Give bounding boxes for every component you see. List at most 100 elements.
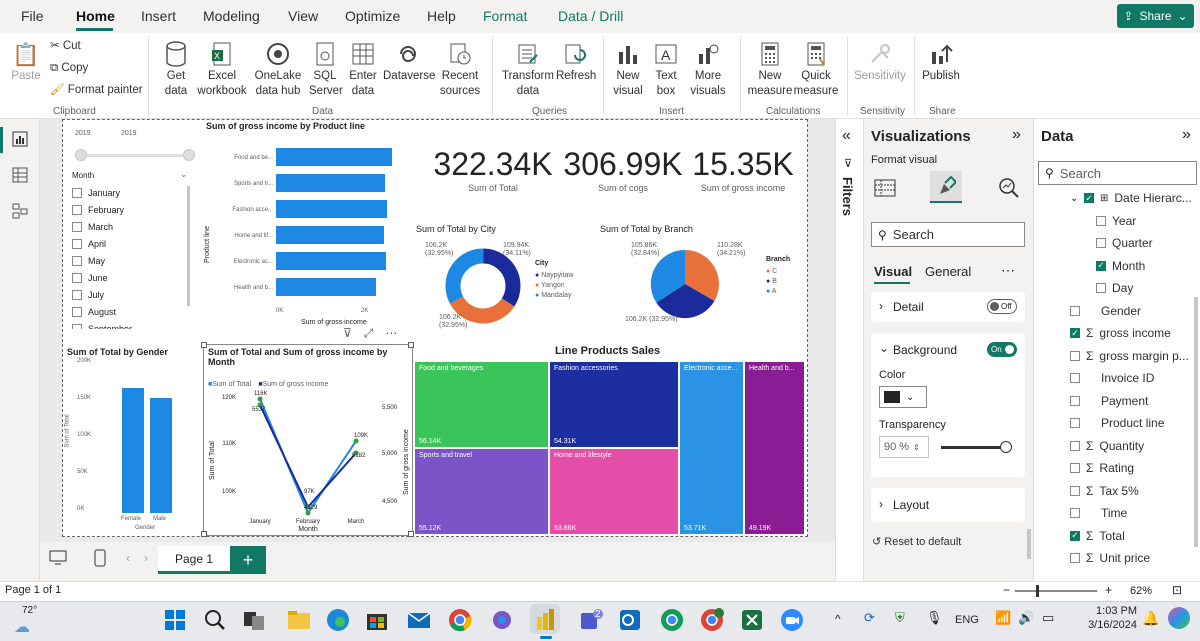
- zoom-app-icon[interactable]: [779, 607, 805, 633]
- copilot-icon[interactable]: [489, 607, 515, 633]
- field-item[interactable]: Invoice ID: [1034, 367, 1194, 390]
- month-option[interactable]: April: [72, 235, 187, 252]
- treemap-tile[interactable]: Electronic acce... 53.71K: [680, 362, 743, 534]
- city-donut-chart[interactable]: 109.94K (34.11%) 106.2K (32.95%) 106.2K …: [413, 238, 593, 338]
- slicer-to[interactable]: 2019: [121, 130, 137, 137]
- chevron-double-left-icon[interactable]: «: [842, 127, 851, 145]
- excel-app-icon[interactable]: [739, 607, 765, 633]
- product-line-bar[interactable]: [276, 252, 386, 270]
- menu-insert[interactable]: Insert: [141, 8, 176, 24]
- slicer-handle-left[interactable]: [75, 149, 87, 161]
- checkbox[interactable]: ✓: [1070, 328, 1080, 339]
- viz-search-input[interactable]: ⚲ Search: [871, 222, 1025, 247]
- month-option[interactable]: May: [72, 252, 187, 269]
- line-products-treemap[interactable]: Food and beverages 56.14K Fashion accessor…: [415, 362, 804, 534]
- menu-format[interactable]: Format: [483, 8, 527, 24]
- product-line-chart[interactable]: Food and be... Sports and tr... Fashion ac…: [201, 138, 401, 328]
- menu-help[interactable]: Help: [427, 8, 456, 24]
- mail-icon[interactable]: [406, 607, 432, 633]
- microphone-icon[interactable]: 🎙: [926, 610, 943, 626]
- battery-icon[interactable]: ▭: [1042, 610, 1054, 626]
- speaker-icon[interactable]: 🔊: [1018, 610, 1034, 626]
- paste-button[interactable]: 📋 Paste: [10, 39, 42, 84]
- scrollbar[interactable]: [1194, 297, 1198, 547]
- sync-icon[interactable]: ⟳: [864, 610, 875, 626]
- zoom-in-icon[interactable]: +: [1105, 583, 1112, 597]
- teams-icon[interactable]: 2: [578, 607, 604, 633]
- excel-workbook-button[interactable]: X Excel workbook: [196, 39, 248, 99]
- checkbox[interactable]: [1070, 395, 1080, 406]
- share-button[interactable]: ⇪ Share ⌄: [1117, 4, 1194, 28]
- menu-view[interactable]: View: [288, 8, 318, 24]
- tab-general[interactable]: General: [925, 264, 971, 279]
- checkbox[interactable]: ✓: [1070, 530, 1080, 541]
- clock[interactable]: 1:03 PM 3/16/2024: [1077, 605, 1137, 631]
- chevron-double-right-icon[interactable]: »: [1012, 126, 1021, 144]
- field-item[interactable]: Σ Tax 5%: [1034, 480, 1194, 503]
- field-item[interactable]: Σgross margin p...: [1034, 345, 1194, 368]
- model-view-icon[interactable]: [10, 201, 30, 221]
- checkbox[interactable]: [72, 323, 82, 329]
- add-page-button[interactable]: +: [230, 546, 266, 574]
- checkbox[interactable]: [72, 238, 82, 249]
- transparency-input[interactable]: 90 % ⇕: [879, 436, 929, 458]
- field-item[interactable]: ✓ Σ Total: [1034, 525, 1194, 548]
- file-explorer-icon[interactable]: [286, 607, 312, 633]
- format-visual-icon[interactable]: [930, 171, 962, 203]
- field-item[interactable]: Day: [1034, 277, 1194, 300]
- gender-bar-male[interactable]: [150, 398, 172, 513]
- slicer-handle-right[interactable]: [183, 149, 195, 161]
- kpi-gross-income-card[interactable]: 15.35K Sum of gross income: [683, 146, 803, 193]
- month-option[interactable]: February: [72, 201, 187, 218]
- slider-thumb[interactable]: [1000, 441, 1012, 453]
- checkbox[interactable]: [72, 289, 82, 300]
- checkbox[interactable]: [72, 204, 82, 215]
- table-view-icon[interactable]: [10, 165, 30, 185]
- checkbox[interactable]: [1096, 283, 1106, 294]
- desktop-layout-icon[interactable]: [48, 548, 68, 568]
- task-view-icon[interactable]: [241, 607, 267, 633]
- line-point[interactable]: [305, 510, 311, 516]
- field-item[interactable]: Quarter: [1034, 232, 1194, 255]
- chrome-icon[interactable]: [447, 607, 473, 633]
- detail-section[interactable]: › Detail Off: [871, 292, 1025, 322]
- field-item[interactable]: Gender: [1034, 300, 1194, 323]
- scrollbar[interactable]: [187, 186, 190, 306]
- checkbox[interactable]: [1070, 508, 1080, 519]
- detail-toggle[interactable]: Off: [987, 299, 1017, 314]
- checkbox[interactable]: [72, 272, 82, 283]
- quick-measure-button[interactable]: Quick measure: [793, 39, 839, 99]
- zoom-thumb[interactable]: [1036, 585, 1039, 597]
- cut-button[interactable]: ✂ Cut: [50, 39, 81, 54]
- search-icon[interactable]: [202, 607, 228, 633]
- month-line-chart[interactable]: Sum of Total and Sum of gross income by …: [201, 342, 414, 537]
- line-series-total[interactable]: [259, 398, 357, 516]
- product-line-bar[interactable]: [276, 200, 387, 218]
- checkbox[interactable]: ✓: [1096, 260, 1106, 271]
- more-visuals-button[interactable]: More visuals: [686, 39, 730, 99]
- focus-mode-icon[interactable]: ⤢: [364, 326, 374, 341]
- month-option[interactable]: August: [72, 303, 187, 320]
- edge-icon[interactable]: [325, 607, 351, 633]
- checkbox[interactable]: [1070, 463, 1080, 474]
- field-item[interactable]: Σ Unit price: [1034, 547, 1194, 570]
- reset-to-default-button[interactable]: ↺ Reset to default: [872, 535, 961, 548]
- treemap-tile[interactable]: Fashion accessories 54.31K: [550, 362, 678, 447]
- spin-icon[interactable]: ⇕: [913, 443, 920, 452]
- product-line-bar[interactable]: [276, 148, 392, 166]
- checkbox[interactable]: [1070, 440, 1080, 451]
- field-item[interactable]: Year: [1034, 210, 1194, 233]
- checkbox[interactable]: [1070, 350, 1080, 361]
- resize-handle[interactable]: [408, 531, 414, 537]
- checkbox[interactable]: [1070, 373, 1080, 384]
- field-item[interactable]: Σ Rating: [1034, 457, 1194, 480]
- more-options-icon[interactable]: ⋯: [1001, 262, 1015, 279]
- sql-server-button[interactable]: SQL Server: [309, 39, 343, 99]
- checkbox[interactable]: [1096, 238, 1106, 249]
- power-bi-icon[interactable]: [532, 607, 558, 633]
- menu-file[interactable]: File: [21, 8, 44, 24]
- month-option[interactable]: September: [72, 320, 187, 329]
- format-painter-button[interactable]: 🖌 Format painter: [50, 83, 143, 98]
- kpi-cogs-card[interactable]: 306.99K Sum of cogs: [563, 146, 683, 193]
- product-line-bar[interactable]: [276, 278, 376, 296]
